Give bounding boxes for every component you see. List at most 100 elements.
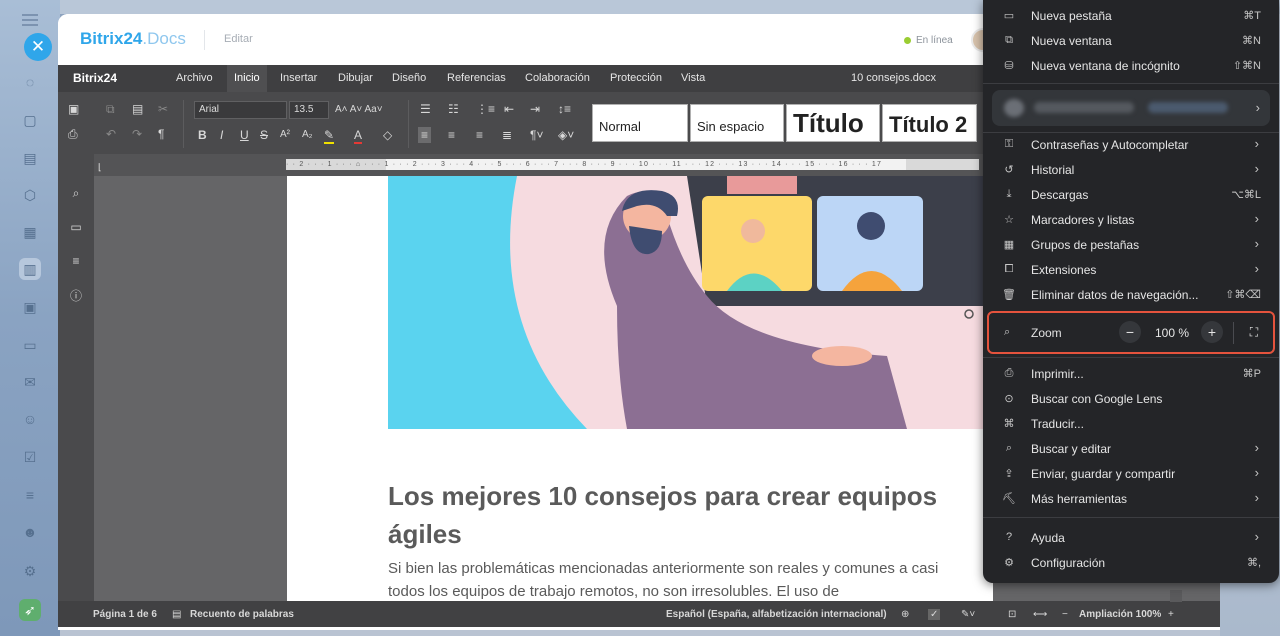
tab-referencias[interactable]: Referencias	[440, 65, 513, 92]
style-titulo-2[interactable]: Título 2	[882, 104, 977, 142]
tasks-icon[interactable]: ▤	[19, 147, 41, 169]
italic-icon[interactable]: I	[220, 128, 223, 142]
rocket-icon[interactable]: ➶	[19, 599, 41, 621]
menu-item-passwords[interactable]: ⚿ Contraseñas y Autocompletar ›	[983, 132, 1279, 157]
numbering-icon[interactable]: ☷	[448, 102, 459, 116]
menu-item-find-edit[interactable]: ⌕ Buscar y editar ›	[983, 436, 1279, 461]
drive-icon[interactable]: ▭	[19, 334, 41, 356]
tab-vista[interactable]: Vista	[674, 65, 712, 92]
crm-icon[interactable]: ⬡	[19, 184, 41, 206]
shading-icon[interactable]: ◈˅	[558, 128, 574, 142]
word-count-icon[interactable]: ▤	[172, 609, 181, 620]
track-changes-icon[interactable]: ✎˅	[961, 609, 975, 620]
robot-icon[interactable]: ☻	[19, 521, 41, 543]
tab-archivo[interactable]: Archivo	[169, 65, 220, 92]
underline-icon[interactable]: U	[240, 128, 249, 142]
save-icon[interactable]: ▣	[68, 102, 79, 116]
multilevel-icon[interactable]: ⋮≡	[476, 102, 495, 116]
page-indicator[interactable]: Página 1 de 6	[93, 609, 157, 620]
menu-item-print[interactable]: ⎙ Imprimir... ⌘P	[983, 361, 1279, 386]
navigation-icon[interactable]: ≡	[67, 252, 85, 270]
clear-format-icon[interactable]: ◇	[383, 128, 392, 142]
menu-item-incognito[interactable]: ⛁ Nueva ventana de incógnito ⇧⌘N	[983, 53, 1279, 78]
scrollbar-arrow[interactable]	[1170, 590, 1182, 602]
menu-item-more-tools[interactable]: ⛏ Más herramientas ›	[983, 486, 1279, 511]
style-titulo[interactable]: Título	[786, 104, 880, 142]
horizontal-ruler[interactable]: · · 2 · · · 1 · · · ⌂ · · · 1 · · · 2 · …	[286, 159, 979, 170]
font-size-select[interactable]: 13.5	[289, 101, 329, 119]
tab-stop-icon[interactable]: ⌊	[98, 160, 102, 174]
tab-insertar[interactable]: Insertar	[273, 65, 324, 92]
fullscreen-icon[interactable]: ⛶	[1247, 325, 1261, 339]
increase-indent-icon[interactable]: ⇥	[530, 102, 540, 116]
hamburger-icon[interactable]	[22, 14, 38, 26]
tab-inicio[interactable]: Inicio	[227, 65, 267, 92]
filter-icon[interactable]: ≡	[19, 484, 41, 506]
line-spacing-icon[interactable]: ↕≡	[558, 102, 571, 116]
menu-item-translate[interactable]: ⌘ Traducir...	[983, 411, 1279, 436]
language-select[interactable]: Español (España, alfabetización internac…	[666, 609, 887, 620]
tab-dibujar[interactable]: Dibujar	[331, 65, 380, 92]
paragraph-marks-icon[interactable]: ¶˅	[530, 128, 543, 142]
tab-diseno[interactable]: Diseño	[385, 65, 433, 92]
chat-icon[interactable]: ▢	[19, 109, 41, 131]
document-body-text[interactable]: Si bien las problemáticas mencionadas an…	[388, 557, 958, 603]
employees-icon[interactable]: ☺	[19, 408, 41, 430]
tab-proteccion[interactable]: Protección	[603, 65, 669, 92]
menu-item-extensions[interactable]: ⧠ Extensiones ›	[983, 257, 1279, 282]
bullets-icon[interactable]: ☰	[420, 102, 431, 116]
menu-item-history[interactable]: ↺ Historial ›	[983, 157, 1279, 182]
subscript-icon[interactable]: A₂	[302, 128, 313, 142]
decrease-indent-icon[interactable]: ⇤	[504, 102, 514, 116]
comments-icon[interactable]: ▭	[67, 218, 85, 236]
menu-item-clear-data[interactable]: 🗑 Eliminar datos de navegación... ⇧⌘⌫	[983, 282, 1279, 307]
menu-item-google-lens[interactable]: ⊙ Buscar con Google Lens	[983, 386, 1279, 411]
info-icon[interactable]: ⓘ	[67, 286, 85, 304]
bold-icon[interactable]: B	[198, 128, 207, 142]
style-sin-espacio[interactable]: Sin espacio	[690, 104, 784, 142]
menu-item-tab-groups[interactable]: ▦ Grupos de pestañas ›	[983, 232, 1279, 257]
cut-icon[interactable]: ✂	[158, 102, 168, 116]
highlight-icon[interactable]: ✎	[324, 128, 335, 144]
activity-icon[interactable]: ◌	[19, 71, 41, 93]
menu-item-share[interactable]: ⇪ Enviar, guardar y compartir ›	[983, 461, 1279, 486]
zoom-in-icon[interactable]: +	[1168, 609, 1174, 620]
format-painter-icon[interactable]: ¶	[158, 127, 164, 141]
align-left-icon[interactable]: ≡	[418, 127, 432, 143]
fit-page-icon[interactable]: ⊡	[1008, 609, 1016, 620]
menu-item-downloads[interactable]: ⤓ Descargas ⌥⌘L	[983, 182, 1279, 207]
print-icon[interactable]: ⎙	[68, 127, 78, 141]
zoom-out-button[interactable]: −	[1119, 321, 1141, 343]
paste-icon[interactable]: ▤	[132, 102, 143, 116]
menu-item-settings[interactable]: ⚙ Configuración ⌘,	[983, 550, 1279, 575]
globe-icon[interactable]: ⊕	[901, 609, 909, 620]
spellcheck-icon[interactable]: ✓	[928, 609, 941, 620]
font-color-icon[interactable]: A	[354, 128, 363, 144]
fit-width-icon[interactable]: ⟷	[1033, 609, 1047, 620]
align-right-icon[interactable]: ≡	[476, 128, 483, 142]
tab-colaboracion[interactable]: Colaboración	[518, 65, 597, 92]
undo-icon[interactable]: ↶	[106, 127, 116, 141]
word-count-button[interactable]: Recuento de palabras	[190, 609, 294, 620]
gear-icon[interactable]: ⚙	[19, 560, 41, 582]
document-page[interactable]: Los mejores 10 consejos para crear equip…	[287, 176, 993, 606]
zoom-in-button[interactable]: +	[1201, 321, 1223, 343]
style-normal[interactable]: Normal	[592, 104, 688, 142]
close-slider-button[interactable]: ✕	[24, 33, 52, 61]
board-icon[interactable]: ▣	[19, 296, 41, 318]
superscript-icon[interactable]: A²	[280, 128, 290, 142]
docs-icon[interactable]: ▥	[19, 258, 41, 280]
checklist-icon[interactable]: ☑	[19, 446, 41, 468]
zoom-out-icon[interactable]: −	[1062, 609, 1068, 620]
copy-icon[interactable]: ⧉	[106, 102, 115, 116]
edit-label[interactable]: Editar	[224, 33, 253, 45]
document-heading[interactable]: Los mejores 10 consejos para crear equip…	[388, 477, 948, 553]
menu-item-bookmarks[interactable]: ☆ Marcadores y listas ›	[983, 207, 1279, 232]
redo-icon[interactable]: ↷	[132, 127, 142, 141]
calendar-icon[interactable]: ▦	[19, 221, 41, 243]
strikethrough-icon[interactable]: S	[260, 128, 268, 142]
font-grow-icon[interactable]: A˄ A˅ Aa˅	[335, 103, 383, 117]
mail-icon[interactable]: ✉	[19, 371, 41, 393]
menu-item-new-tab[interactable]: ▭ Nueva pestaña ⌘T	[983, 3, 1279, 28]
justify-icon[interactable]: ≣	[502, 128, 512, 142]
